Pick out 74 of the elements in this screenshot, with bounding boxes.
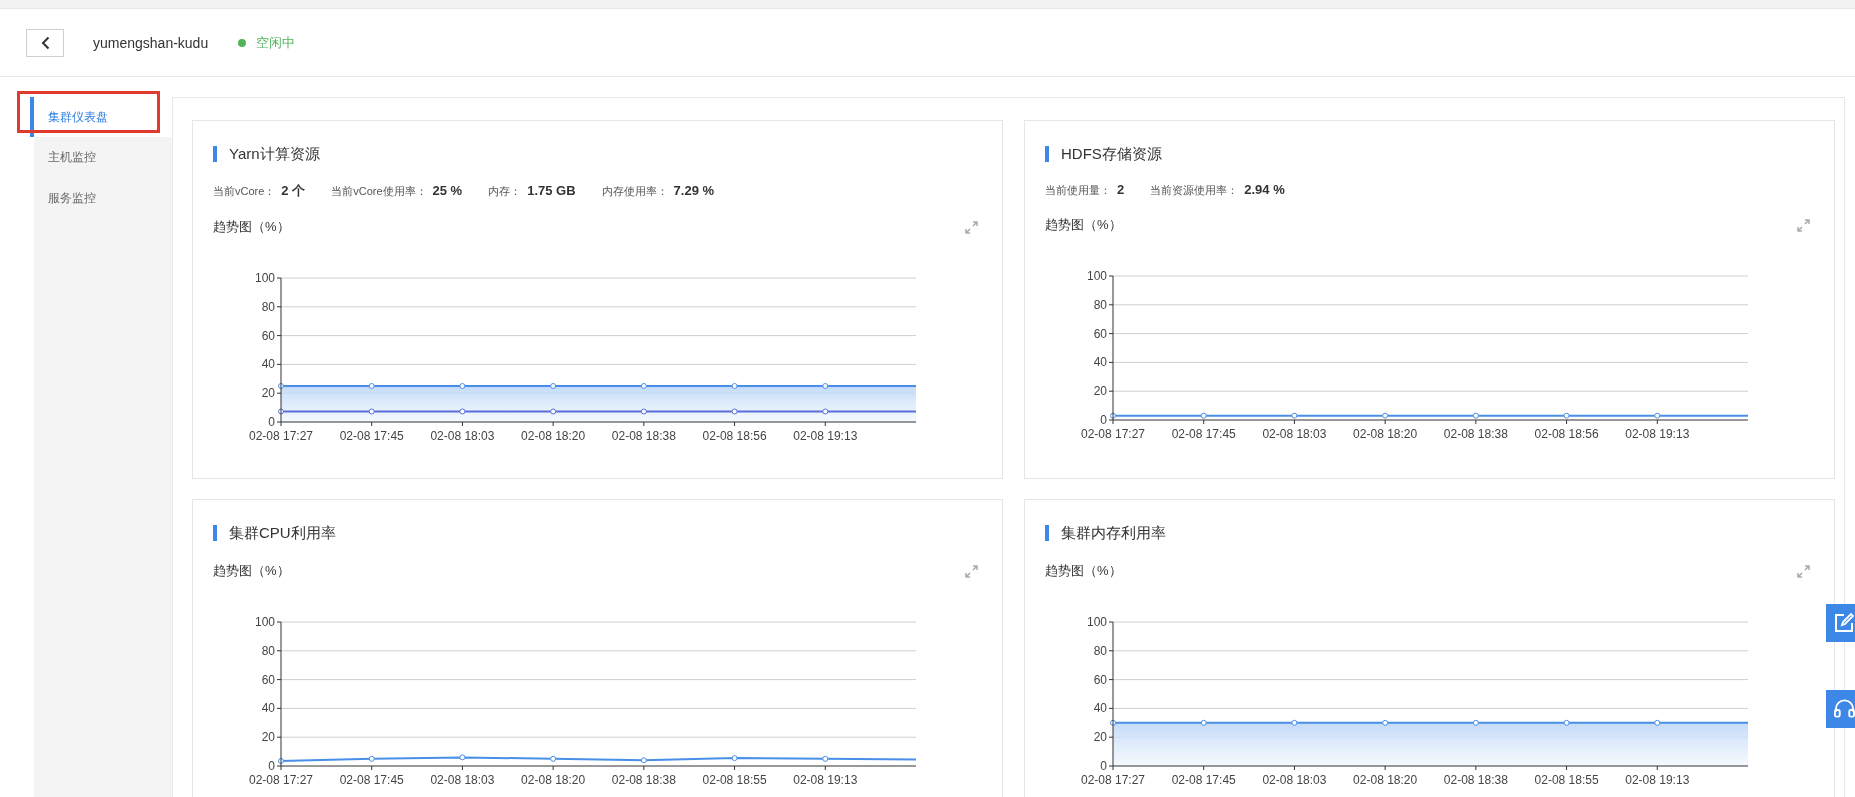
status-label: 空闲中 <box>256 33 296 52</box>
axis-label: 02-08 18:38 <box>611 773 676 787</box>
card-title: Yarn计算资源 <box>229 144 320 164</box>
axis-label: 0 <box>1100 413 1107 427</box>
axis-label: 80 <box>1093 643 1107 658</box>
card-title: 集群内存利用率 <box>1061 523 1166 543</box>
stat-value: 1.75 GB <box>527 183 576 198</box>
axis-label: 02-08 19:13 <box>793 429 858 443</box>
axis-label: 0 <box>1100 759 1107 773</box>
axis-label: 02-08 18:55 <box>702 773 767 787</box>
stat-label: 当前vCore： <box>213 184 276 199</box>
axis-label: 60 <box>1093 672 1107 687</box>
axis-label: 02-08 17:27 <box>248 773 314 787</box>
axis-label: 02-08 18:20 <box>1353 427 1418 441</box>
axis-label: 0 <box>268 415 275 429</box>
trend-label: 趋势图（%） <box>213 562 290 580</box>
cluster-name: yumengshan-kudu <box>93 34 209 51</box>
axis-label: 100 <box>1086 615 1107 629</box>
axis-label: 80 <box>1093 297 1107 312</box>
axis-label: 02-08 18:56 <box>1534 427 1599 441</box>
axis-label: 20 <box>1093 730 1107 745</box>
axis-label: 60 <box>1093 326 1107 341</box>
stat-value: 7.29 % <box>673 183 715 198</box>
axis-label: 40 <box>1093 355 1107 370</box>
axis-label: 02-08 18:20 <box>1353 773 1418 787</box>
axis-label: 02-08 17:27 <box>1080 427 1146 441</box>
axis-label: 40 <box>1093 701 1107 716</box>
axis-label: 02-08 19:13 <box>793 773 858 787</box>
axis-label: 02-08 18:03 <box>1262 773 1327 787</box>
axis-label: 02-08 18:38 <box>1443 773 1508 787</box>
stat-label: 内存： <box>488 184 522 199</box>
axis-label: 40 <box>261 357 275 372</box>
stat-value: 2 个 <box>281 182 306 200</box>
axis-label: 02-08 18:55 <box>1534 773 1599 787</box>
trend-label: 趋势图（%） <box>1045 216 1122 234</box>
stat-value: 25 % <box>432 183 463 198</box>
axis-label: 02-08 17:27 <box>1080 773 1146 787</box>
axis-label: 20 <box>1093 384 1107 399</box>
card-title: HDFS存储资源 <box>1061 144 1162 164</box>
axis-label: 02-08 19:13 <box>1625 773 1690 787</box>
stat-value: 2.94 % <box>1244 182 1285 197</box>
stat-label: 当前资源使用率： <box>1150 183 1239 198</box>
axis-label: 02-08 18:20 <box>521 429 586 443</box>
axis-label: 02-08 17:45 <box>339 773 404 787</box>
axis-label: 100 <box>1086 269 1107 283</box>
axis-label: 40 <box>261 701 275 716</box>
axis-label: 02-08 18:03 <box>430 429 495 443</box>
axis-label: 02-08 19:13 <box>1625 427 1690 441</box>
axis-label: 100 <box>254 271 275 285</box>
axis-label: 60 <box>261 328 275 343</box>
axis-label: 02-08 17:45 <box>339 429 404 443</box>
axis-label: 02-08 17:27 <box>248 429 314 443</box>
axis-label: 80 <box>261 299 275 314</box>
axis-label: 20 <box>261 730 275 745</box>
axis-label: 02-08 18:56 <box>702 429 767 443</box>
axis-label: 0 <box>268 759 275 773</box>
axis-label: 02-08 18:03 <box>1262 427 1327 441</box>
axis-label: 02-08 18:03 <box>430 773 495 787</box>
stat-label: 当前使用量： <box>1045 183 1111 198</box>
axis-label: 100 <box>254 615 275 629</box>
card-title: 集群CPU利用率 <box>229 523 336 543</box>
stat-label: 内存使用率： <box>601 184 668 199</box>
axis-label: 02-08 17:45 <box>1171 427 1236 441</box>
axis-label: 02-08 17:45 <box>1171 773 1236 787</box>
stat-value: 2 <box>1117 182 1125 197</box>
stat-label: 当前vCore使用率： <box>331 184 427 199</box>
axis-label: 60 <box>261 672 275 687</box>
trend-label: 趋势图（%） <box>1045 562 1122 580</box>
axis-label: 02-08 18:20 <box>521 773 586 787</box>
trend-label: 趋势图（%） <box>213 218 290 236</box>
axis-label: 80 <box>261 643 275 658</box>
axis-label: 02-08 18:38 <box>1443 427 1508 441</box>
axis-label: 02-08 18:38 <box>611 429 676 443</box>
axis-label: 20 <box>261 386 275 401</box>
